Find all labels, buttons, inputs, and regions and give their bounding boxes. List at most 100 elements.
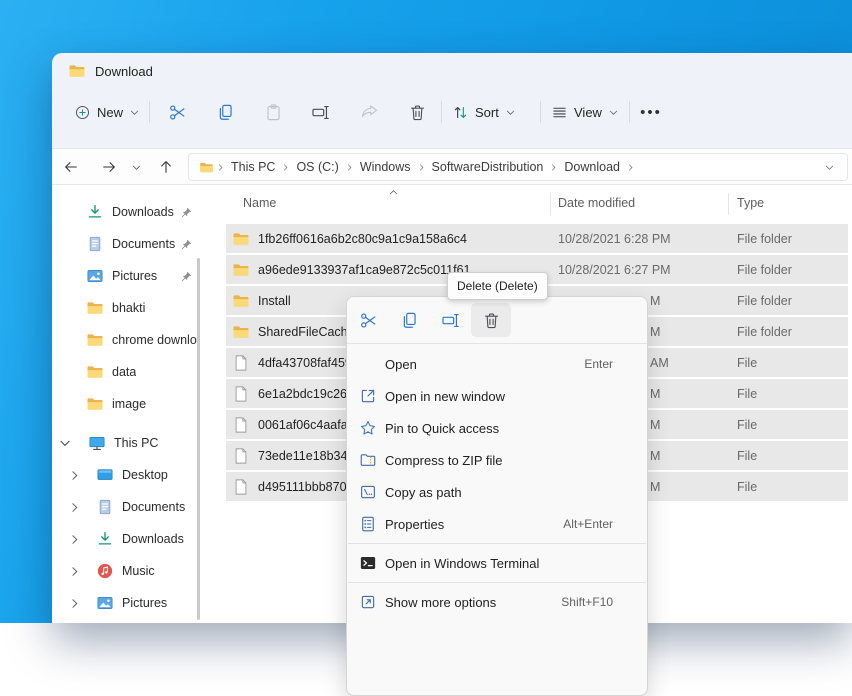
file-icon xyxy=(232,354,250,372)
menu-divider xyxy=(348,582,646,583)
delete-button[interactable] xyxy=(401,96,433,128)
toolbar-separator xyxy=(540,101,541,123)
ellipsis-icon: ••• xyxy=(640,104,662,121)
file-type: File xyxy=(737,480,848,494)
sidebar-item-documents[interactable]: Documents xyxy=(52,228,210,260)
copy-icon xyxy=(216,103,235,122)
paste-button[interactable] xyxy=(257,96,289,128)
rename-button[interactable] xyxy=(304,96,336,128)
menu-item-pin-to-quick-access[interactable]: Pin to Quick access xyxy=(347,412,647,444)
sort-icon xyxy=(452,104,469,121)
menu-item-copy-as-path[interactable]: Copy as path xyxy=(347,476,647,508)
address-bar[interactable]: This PC OS (C:) Windows SoftwareDistribu… xyxy=(188,153,848,181)
cut-button[interactable] xyxy=(161,96,193,128)
menu-item-show-more-options[interactable]: Show more options Shift+F10 xyxy=(347,586,647,618)
column-divider[interactable] xyxy=(728,193,729,215)
file-name: Install xyxy=(258,294,291,308)
column-header-date-modified[interactable]: Date modified xyxy=(558,196,635,210)
address-dropdown-chevron-icon[interactable] xyxy=(824,162,835,173)
view-button[interactable]: View xyxy=(545,96,625,128)
table-row[interactable]: 1fb26ff0616a6b2c80c9a1c9a158a6c4 10/28/2… xyxy=(226,224,848,253)
breadcrumb-softwaredistribution[interactable]: SoftwareDistribution xyxy=(428,160,548,174)
sidebar-item-label: Desktop xyxy=(122,468,168,482)
share-button[interactable] xyxy=(353,96,385,128)
menu-item-label: Copy as path xyxy=(385,485,462,500)
downloads-icon xyxy=(96,530,114,548)
folder-icon xyxy=(86,299,104,317)
menu-item-label: Open in Windows Terminal xyxy=(385,556,539,571)
sidebar-item-data[interactable]: data xyxy=(52,356,210,388)
column-divider[interactable] xyxy=(550,193,551,215)
chevron-right-icon[interactable] xyxy=(68,469,81,482)
sidebar-item-bhakti[interactable]: bhakti xyxy=(52,292,210,324)
breadcrumb-windows[interactable]: Windows xyxy=(356,160,415,174)
sidebar-item-downloads-pc[interactable]: Downloads xyxy=(52,523,210,555)
menu-item-compress-to-zip[interactable]: Compress to ZIP file xyxy=(347,444,647,476)
file-type: File xyxy=(737,418,848,432)
chevron-right-icon[interactable] xyxy=(68,565,81,578)
downloads-icon xyxy=(86,203,104,221)
menu-item-label: Properties xyxy=(385,517,444,532)
sidebar-item-this-pc[interactable]: This PC xyxy=(52,427,210,459)
up-button[interactable] xyxy=(150,152,182,182)
chevron-right-icon[interactable] xyxy=(68,597,81,610)
pin-icon xyxy=(180,270,193,283)
chevron-right-icon[interactable] xyxy=(68,533,81,546)
chevron-down-icon[interactable] xyxy=(58,436,72,450)
copy-button[interactable] xyxy=(389,303,429,337)
sort-button[interactable]: Sort xyxy=(446,96,522,128)
sidebar-item-image[interactable]: image xyxy=(52,388,210,420)
breadcrumb-download[interactable]: Download xyxy=(560,160,624,174)
new-button[interactable]: New xyxy=(68,96,146,128)
menu-item-open-in-new-window[interactable]: Open in new window xyxy=(347,380,647,412)
sidebar-item-documents-pc[interactable]: Documents xyxy=(52,491,210,523)
folder-icon xyxy=(232,292,250,310)
folder-icon xyxy=(68,62,86,80)
folder-icon xyxy=(232,323,250,341)
navigation-pane: Downloads Documents Pictures bhakti chro… xyxy=(52,185,210,623)
delete-button[interactable] xyxy=(471,303,511,337)
column-headers: Name Date modified Type xyxy=(218,185,852,221)
menu-item-label: Open xyxy=(385,357,417,372)
sidebar-scrollbar[interactable] xyxy=(197,258,200,620)
menu-item-label: Open in new window xyxy=(385,389,505,404)
sidebar-item-desktop[interactable]: Desktop xyxy=(52,459,210,491)
menu-item-label: Compress to ZIP file xyxy=(385,453,503,468)
forward-button[interactable] xyxy=(93,152,125,182)
sidebar-item-music[interactable]: Music xyxy=(52,555,210,587)
see-more-button[interactable]: ••• xyxy=(635,96,667,128)
breadcrumb-this-pc[interactable]: This PC xyxy=(227,160,279,174)
file-icon xyxy=(232,478,250,496)
view-icon xyxy=(551,104,568,121)
sidebar-item-label: bhakti xyxy=(112,301,145,315)
file-name: 4dfa43708faf4597 xyxy=(258,356,359,370)
sidebar-item-label: Music xyxy=(122,564,155,578)
chevron-down-icon xyxy=(129,107,140,118)
sort-button-label: Sort xyxy=(475,105,499,120)
recent-locations-button[interactable] xyxy=(125,152,147,182)
sidebar-item-label: image xyxy=(112,397,146,411)
cut-button[interactable] xyxy=(348,303,388,337)
back-button[interactable] xyxy=(55,152,87,182)
sidebar-item-pictures[interactable]: Pictures xyxy=(52,260,210,292)
breadcrumb-os-c[interactable]: OS (C:) xyxy=(292,160,342,174)
star-icon xyxy=(359,419,377,437)
sidebar-item-pictures-pc[interactable]: Pictures xyxy=(52,587,210,619)
column-header-name[interactable]: Name xyxy=(243,196,276,210)
sidebar-item-chrome-download[interactable]: chrome downlo xyxy=(52,324,210,356)
folder-icon xyxy=(232,230,250,248)
menu-item-open-in-windows-terminal[interactable]: Open in Windows Terminal xyxy=(347,547,647,579)
sidebar-item-downloads[interactable]: Downloads xyxy=(52,196,210,228)
toolbar-separator xyxy=(149,101,150,123)
rename-button[interactable] xyxy=(430,303,470,337)
file-type: File folder xyxy=(737,263,848,277)
menu-item-properties[interactable]: Properties Alt+Enter xyxy=(347,508,647,540)
menu-item-open[interactable]: Open Enter xyxy=(347,348,647,380)
column-header-type[interactable]: Type xyxy=(737,196,764,210)
menu-item-shortcut: Alt+Enter xyxy=(563,517,613,531)
forward-arrow-icon xyxy=(101,159,117,175)
music-icon xyxy=(96,562,114,580)
copy-button[interactable] xyxy=(209,96,241,128)
new-button-label: New xyxy=(97,105,123,120)
chevron-right-icon[interactable] xyxy=(68,501,81,514)
